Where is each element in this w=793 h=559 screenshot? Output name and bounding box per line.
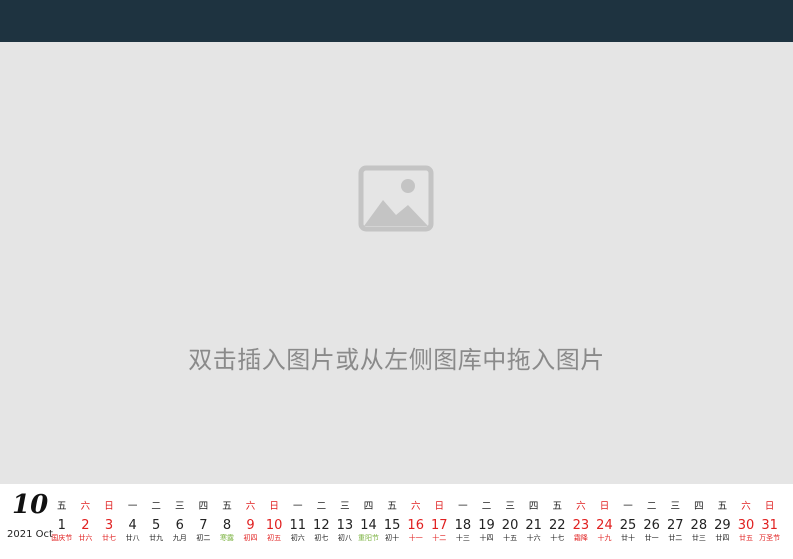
day-number: 13	[336, 518, 354, 533]
weekday-label: 三	[505, 501, 515, 512]
day-number: 18	[454, 518, 472, 533]
weekday-label: 二	[151, 501, 161, 512]
day-number: 2	[81, 518, 90, 533]
day-number: 9	[246, 518, 255, 533]
day-number: 29	[714, 518, 731, 533]
weekday-label: 五	[552, 501, 563, 512]
weekday-label: 六	[576, 501, 586, 512]
weekday-label: 六	[741, 501, 751, 512]
day-number: 7	[199, 518, 208, 533]
weekday-label: 日	[269, 501, 279, 512]
day-number: 4	[128, 518, 137, 533]
day-number: 21	[525, 518, 542, 533]
day-number: 1	[57, 518, 66, 533]
day-number: 11	[289, 518, 306, 533]
calendar-day: 31 万圣节	[758, 519, 782, 543]
day-number: 31	[761, 518, 778, 533]
day-number: 5	[152, 518, 161, 533]
weekday-label: 一	[292, 501, 303, 512]
day-number: 6	[175, 518, 184, 533]
top-toolbar	[0, 0, 793, 42]
weekday-label: 四	[198, 501, 209, 512]
day-number: 22	[548, 518, 566, 533]
weekday-label: 一	[127, 501, 138, 512]
day-number: 24	[596, 518, 613, 533]
day-number: 25	[619, 518, 637, 533]
day-number: 28	[690, 518, 708, 533]
lunar-date: 万圣节	[759, 534, 781, 542]
weekday-label: 一	[458, 501, 468, 512]
weekday-label: 一	[623, 501, 633, 512]
drop-hint-text: 双击插入图片或从左侧图库中拖入图片	[188, 346, 605, 374]
day-number: 15	[383, 518, 401, 533]
image-drop-zone[interactable]: 双击插入图片或从左侧图库中拖入图片	[0, 42, 793, 484]
weekday-label: 二	[481, 501, 492, 512]
weekday-label: 三	[670, 501, 680, 512]
weekday-label: 二	[316, 501, 327, 512]
day-number: 3	[104, 518, 114, 533]
image-placeholder-icon	[358, 165, 434, 232]
day-number: 17	[431, 518, 448, 533]
weekday-label: 日	[599, 501, 610, 512]
weekday-label: 五	[387, 501, 397, 512]
weekday-label: 日	[434, 501, 445, 512]
day-number: 14	[360, 518, 377, 533]
weekday-label: 二	[646, 501, 657, 512]
day-number: 16	[407, 518, 424, 533]
weekday-label: 六	[245, 501, 256, 512]
weekday-label: 日	[104, 501, 114, 512]
day-number: 26	[643, 518, 660, 533]
day-number: 23	[572, 518, 590, 533]
weekday-label: 四	[528, 501, 539, 512]
weekday-label: 六	[80, 501, 91, 512]
weekday-label: 四	[363, 501, 374, 512]
weekday-label: 五	[57, 501, 67, 512]
weekday-label: 三	[175, 501, 185, 512]
month-number: 10	[12, 490, 49, 520]
weekday-label: 五	[717, 501, 728, 512]
month-calendar-strip: 10 2021 Oct 五六日一二三四五六日一二三四五六日一二三四五六日一二三四…	[0, 484, 793, 559]
day-number: 8	[222, 518, 232, 533]
weekday-label: 日	[764, 501, 775, 512]
day-number: 19	[478, 518, 495, 533]
weekday-label: 三	[340, 501, 350, 512]
day-number: 30	[737, 518, 755, 533]
day-number: 27	[666, 518, 684, 533]
day-number: 12	[313, 518, 330, 533]
weekday-label: 五	[222, 501, 232, 512]
day-number: 10	[265, 518, 283, 533]
day-number: 20	[501, 518, 519, 533]
weekday-label: 六	[410, 501, 421, 512]
weekday-header-row: 五六日一二三四五六日一二三四五六日一二三四五六日一二三四五六日	[50, 498, 781, 512]
day-row: 1 国庆节 2 廿六 3 廿七 4 廿八 5 廿九 6 九月 7 初二 8 寒露 9 初四 10 初五 11 初六 12 初七…	[50, 519, 781, 543]
weekday-label: 四	[694, 501, 704, 512]
